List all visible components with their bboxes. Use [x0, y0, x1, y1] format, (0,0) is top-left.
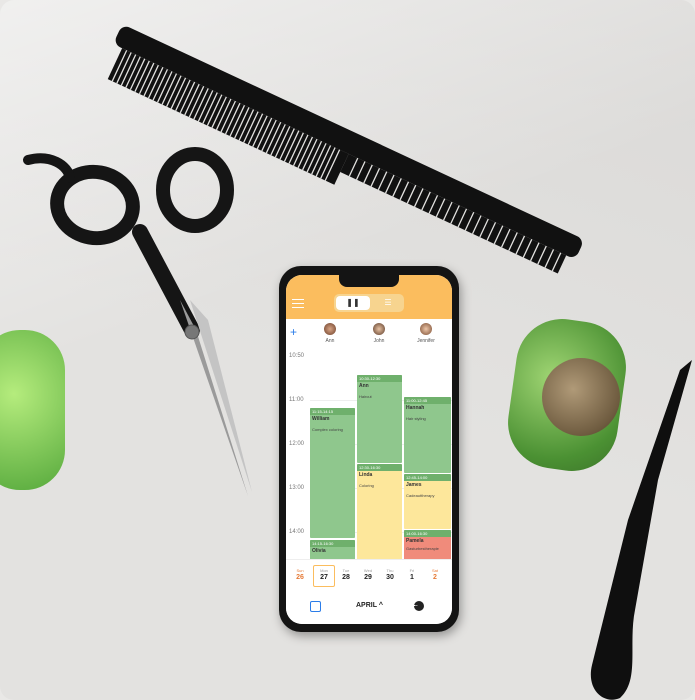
- appointment-client: Hannah: [406, 405, 425, 411]
- appointment-time: 12:30-16:30: [357, 464, 402, 471]
- staff-jennifer[interactable]: Jennifer: [406, 323, 446, 344]
- day-name: Sun: [296, 568, 304, 573]
- appointment-service: Hair styling: [406, 416, 426, 421]
- add-icon[interactable]: +: [290, 325, 297, 339]
- phone-screen: ❚❚ ☰ + Ann John Jennifer 10:50 11:00 12:…: [286, 275, 452, 624]
- day-item[interactable]: Tue 28: [336, 568, 356, 581]
- staff-name: Jennifer: [417, 338, 435, 344]
- appointment-time: 14:15-16:30: [310, 540, 355, 547]
- black-handle: [590, 360, 692, 700]
- appointment-time: 10:30-12:30: [357, 375, 402, 382]
- pause-icon[interactable]: ❚❚: [336, 296, 370, 310]
- day-name: Mon: [320, 568, 328, 573]
- appointment-service: Haircut: [359, 394, 372, 399]
- marble-surface: ❚❚ ☰ + Ann John Jennifer 10:50 11:00 12:…: [0, 0, 695, 700]
- green-bottle-left: [0, 330, 65, 490]
- appointment-time: 14:00-16:30: [404, 530, 451, 537]
- appointment-client: Pamela: [406, 538, 424, 544]
- day-date: 27: [320, 574, 328, 581]
- list-icon[interactable]: ☰: [374, 296, 402, 310]
- day-name: Fri: [409, 568, 415, 573]
- staff-ann[interactable]: Ann: [310, 323, 350, 344]
- day-item[interactable]: Sun 26: [290, 568, 310, 581]
- appointment-client: William: [312, 416, 330, 422]
- menu-icon[interactable]: [292, 299, 304, 308]
- appointment-client: Ann: [359, 383, 369, 389]
- appointment-client: Linda: [359, 472, 373, 478]
- day-item[interactable]: Fri 1: [402, 568, 422, 581]
- staff-name: Ann: [325, 338, 335, 344]
- day-date: 30: [386, 574, 394, 581]
- calendar-icon[interactable]: [310, 601, 321, 612]
- time-label: 13:00: [289, 485, 305, 491]
- week-strip: Sun 26 Mon 27 Tue 28 Wed 29 Thu 30 Fri 1…: [286, 559, 452, 594]
- day-name: Thu: [386, 568, 394, 573]
- pie-chart-icon[interactable]: [414, 601, 424, 611]
- appointment[interactable]: 11:15-14:15 William Complex coloring: [310, 408, 355, 538]
- day-date: 1: [410, 574, 414, 581]
- appointment-service: Gasturbestherapie: [406, 546, 439, 551]
- appointment-time: 12:45-14:00: [404, 474, 451, 481]
- day-date: 28: [342, 574, 350, 581]
- appointment[interactable]: 14:00-16:30 Pamela Gasturbestherapie: [404, 530, 451, 559]
- appointment-service: Cadeauttherapy: [406, 493, 435, 498]
- day-date: 26: [296, 574, 304, 581]
- appointment-time: 11:00-12:45: [404, 397, 451, 404]
- day-item[interactable]: Sat 2: [425, 568, 445, 581]
- appointment-service: Coloring: [359, 483, 374, 488]
- appointment[interactable]: 11:00-12:45 Hannah Hair styling: [404, 397, 451, 473]
- day-item[interactable]: Wed 29: [358, 568, 378, 581]
- appointment[interactable]: 10:30-12:30 Ann Haircut: [357, 375, 402, 463]
- appointment[interactable]: 12:30-16:30 Linda Coloring: [357, 464, 402, 559]
- staff-name: John: [373, 338, 385, 344]
- appointment-time: 11:15-14:15: [310, 408, 355, 415]
- avatar: [373, 323, 385, 335]
- month-selector[interactable]: APRIL ^: [356, 602, 383, 609]
- day-name: Sat: [431, 568, 438, 573]
- staff-john[interactable]: John: [359, 323, 399, 344]
- schedule-grid: 10:50 11:00 12:00 13:00 14:00 11:15-14:1…: [286, 351, 452, 559]
- day-date: 2: [433, 574, 437, 581]
- appointment[interactable]: 14:15-16:30 Olivia: [310, 540, 355, 559]
- appointment-client: James: [406, 482, 422, 488]
- phone-notch: [339, 275, 399, 287]
- appointment-client: Olivia: [312, 548, 326, 554]
- avatar: [420, 323, 432, 335]
- avatar: [324, 323, 336, 335]
- day-name: Wed: [363, 568, 373, 573]
- view-toggle[interactable]: ❚❚ ☰: [334, 294, 404, 312]
- time-label: 14:00: [289, 529, 305, 535]
- appointment[interactable]: 12:45-14:00 James Cadeauttherapy: [404, 474, 451, 529]
- time-label: 12:00: [289, 441, 305, 447]
- smartphone: ❚❚ ☰ + Ann John Jennifer 10:50 11:00 12:…: [279, 266, 459, 632]
- day-name: Tue: [342, 568, 350, 573]
- time-label: 11:00: [289, 397, 304, 403]
- day-date: 29: [364, 574, 372, 581]
- time-label: 10:50: [289, 353, 305, 359]
- day-item-selected[interactable]: Mon 27: [313, 565, 335, 587]
- appointment-service: Complex coloring: [312, 427, 343, 432]
- bottom-bar: APRIL ^: [286, 593, 452, 624]
- day-item[interactable]: Thu 30: [380, 568, 400, 581]
- staff-row: + Ann John Jennifer: [286, 319, 452, 352]
